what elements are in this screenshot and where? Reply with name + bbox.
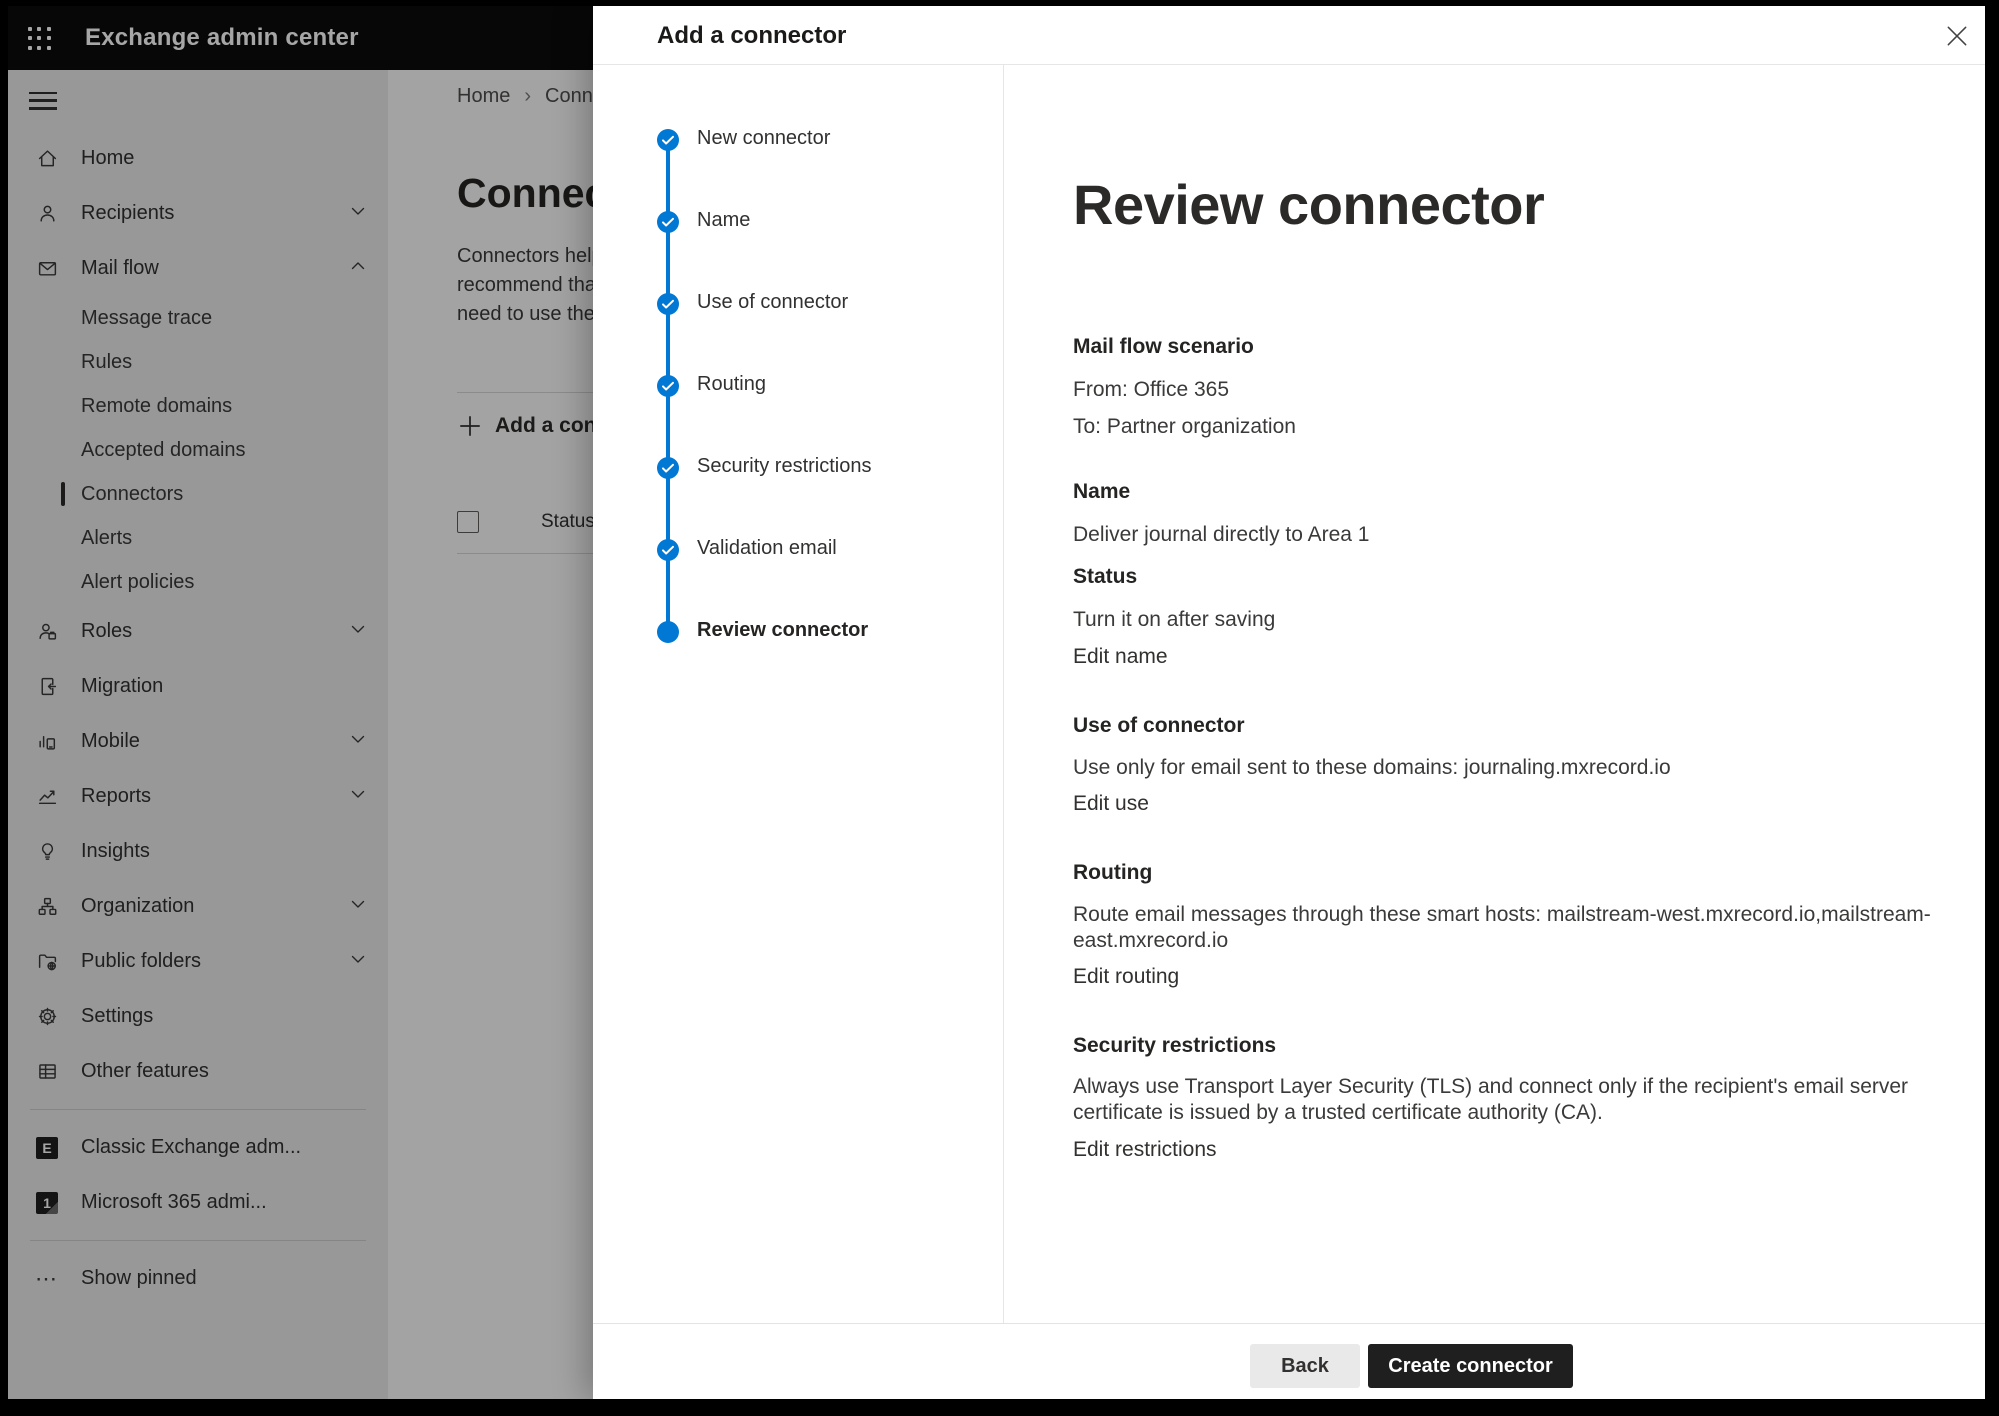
add-connector-panel: Add a connector New connector Name Us <box>593 6 1985 1399</box>
security-restrictions-header: Security restrictions <box>1073 1032 1276 1059</box>
step-label: Name <box>697 209 750 232</box>
edit-restrictions-link[interactable]: Edit restrictions <box>1073 1136 1217 1163</box>
step-current-icon <box>656 620 680 644</box>
wizard-steps-nav: New connector Name Use of connector Rout… <box>593 65 1004 1323</box>
close-icon[interactable] <box>1942 21 1972 51</box>
create-connector-button[interactable]: Create connector <box>1368 1344 1573 1388</box>
step-complete-icon <box>656 128 680 152</box>
step-complete-icon <box>656 538 680 562</box>
step-label: Validation email <box>697 537 837 560</box>
routing-value-line2: east.mxrecord.io <box>1073 928 1931 954</box>
routing-header: Routing <box>1073 859 1152 886</box>
panel-footer: Back Create connector <box>593 1323 1985 1399</box>
security-value-line1: Always use Transport Layer Security (TLS… <box>1073 1074 1908 1100</box>
name-value: Deliver journal directly to Area 1 <box>1073 521 1369 548</box>
step-complete-icon <box>656 210 680 234</box>
step-label: New connector <box>697 127 830 150</box>
step-complete-icon <box>656 456 680 480</box>
status-value: Turn it on after saving <box>1073 606 1275 633</box>
edit-name-link[interactable]: Edit name <box>1073 643 1168 670</box>
routing-value: Route email messages through these smart… <box>1073 902 1931 954</box>
routing-value-line1: Route email messages through these smart… <box>1073 902 1931 928</box>
security-restrictions-value: Always use Transport Layer Security (TLS… <box>1073 1074 1908 1126</box>
edit-routing-link[interactable]: Edit routing <box>1073 963 1179 990</box>
security-value-line2: certificate is issued by a trusted certi… <box>1073 1100 1908 1126</box>
step-complete-icon <box>656 292 680 316</box>
step-label: Security restrictions <box>697 455 872 478</box>
step-label: Use of connector <box>697 291 848 314</box>
scenario-to-value: To: Partner organization <box>1073 413 1296 440</box>
use-of-connector-value: Use only for email sent to these domains… <box>1073 754 1671 781</box>
back-button[interactable]: Back <box>1250 1344 1360 1388</box>
step-label: Routing <box>697 373 766 396</box>
scenario-from-value: From: Office 365 <box>1073 376 1229 403</box>
use-of-connector-header: Use of connector <box>1073 712 1245 739</box>
review-heading: Review connector <box>1073 172 1544 237</box>
name-header: Name <box>1073 478 1130 505</box>
edit-use-link[interactable]: Edit use <box>1073 790 1149 817</box>
panel-title: Add a connector <box>657 6 846 65</box>
mail-flow-scenario-header: Mail flow scenario <box>1073 333 1254 360</box>
review-connector-content: Review connector Mail flow scenario From… <box>1073 6 1945 1323</box>
step-label: Review connector <box>697 619 868 642</box>
step-complete-icon <box>656 374 680 398</box>
exchange-admin-app: Exchange admin center Home Recipients Ma… <box>8 6 1985 1399</box>
status-header: Status <box>1073 563 1137 590</box>
